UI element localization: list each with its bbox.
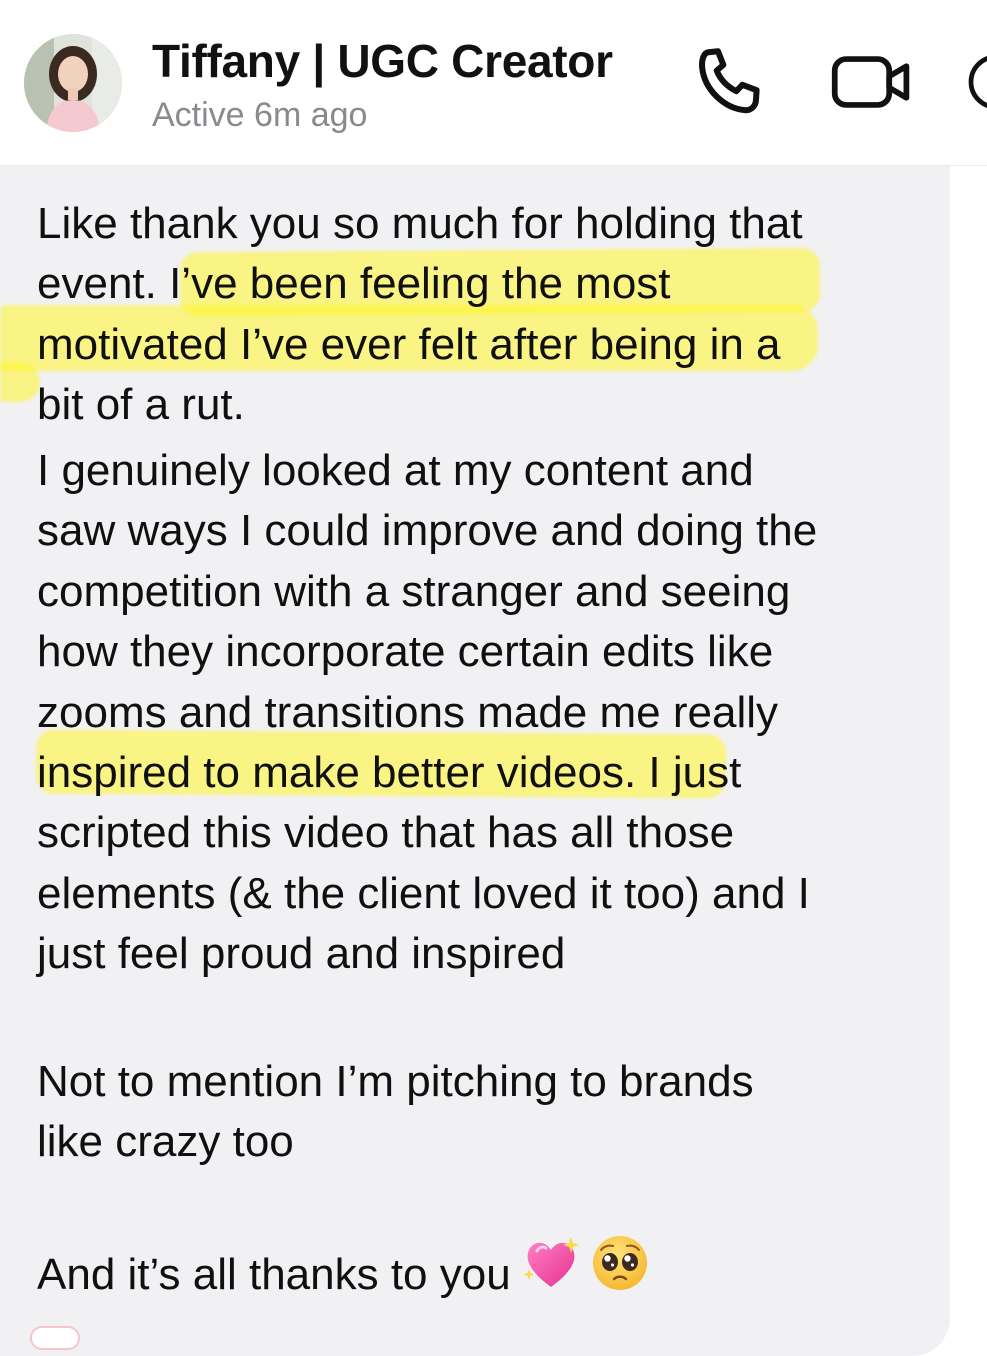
message-line: saw ways I could improve and doing the (37, 501, 937, 561)
message-line: event. I’ve been feeling the most (37, 254, 937, 314)
phone-icon (692, 44, 768, 125)
message-paragraph-3: Not to mention I’m pitching to brands li… (37, 1052, 937, 1173)
message-line: inspired to make better videos. I just (37, 743, 937, 803)
message-line: bit of a rut. (37, 375, 937, 435)
message-line: competition with a stranger and seeing (37, 562, 937, 622)
message-line: Like thank you so much for holding that (37, 194, 937, 254)
message-line: just feel proud and inspired (37, 924, 937, 984)
message-paragraph-2: I genuinely looked at my content and saw… (37, 441, 937, 985)
message-paragraph-1: Like thank you so much for holding that … (37, 194, 937, 436)
avatar[interactable] (24, 34, 122, 132)
message-line: scripted this video that has all those (37, 803, 937, 863)
info-icon (966, 52, 987, 117)
message-line: elements (& the client loved it too) and… (37, 864, 937, 924)
highlight-mark (0, 362, 40, 402)
message-line: I genuinely looked at my content and (37, 441, 937, 501)
sparkling-heart-icon (521, 1235, 581, 1307)
contact-name[interactable]: Tiffany | UGC Creator (152, 34, 613, 88)
active-status: Active 6m ago (152, 96, 367, 135)
info-button[interactable] (966, 42, 987, 126)
message-line: Not to mention I’m pitching to brands (37, 1052, 937, 1112)
message-line: how they incorporate certain edits like (37, 622, 937, 682)
message-line: like crazy too (37, 1112, 937, 1172)
video-camera-icon (829, 50, 915, 119)
call-button[interactable] (688, 42, 772, 126)
chat-header: Tiffany | UGC Creator Active 6m ago (0, 0, 987, 166)
message-line: motivated I’ve ever felt after being in … (37, 315, 937, 375)
video-call-button[interactable] (826, 42, 918, 126)
message-line: zooms and transitions made me really (37, 683, 937, 743)
message-paragraph-4: And it’s all thanks to you (37, 1245, 937, 1305)
reaction-badge[interactable] (30, 1326, 80, 1350)
message-line: And it’s all thanks to you (37, 1245, 511, 1305)
pleading-face-icon (591, 1234, 649, 1308)
